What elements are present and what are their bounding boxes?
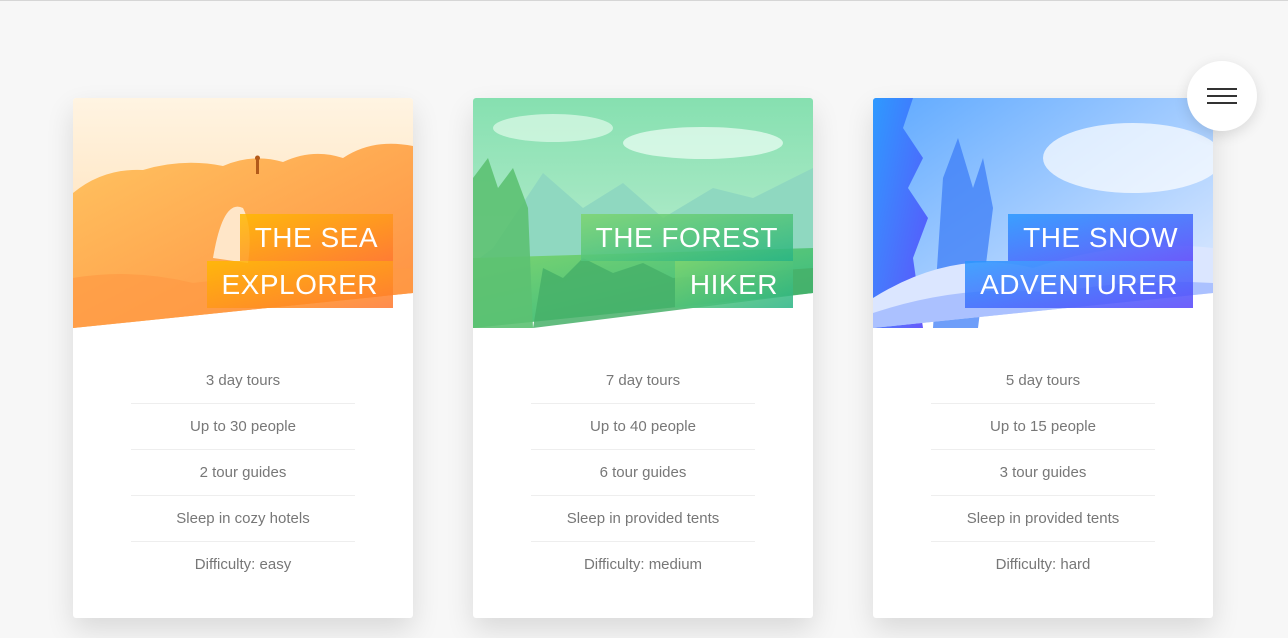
- detail-guides: 6 tour guides: [531, 450, 755, 496]
- card-details-list: 7 day tours Up to 40 people 6 tour guide…: [531, 358, 755, 588]
- detail-difficulty: Difficulty: easy: [194, 556, 292, 573]
- card-heading-line-1: The Sea: [239, 214, 393, 261]
- detail-accommodation: Sleep in provided tents: [531, 496, 755, 542]
- tour-card-sea-explorer[interactable]: The Sea Explorer 3 day tours Up to 30 pe…: [73, 98, 413, 618]
- card-heading-line-2: Explorer: [206, 261, 393, 308]
- hamburger-menu-icon-bar: [1207, 95, 1237, 97]
- card-details-list: 5 day tours Up to 15 people 3 tour guide…: [931, 358, 1155, 588]
- card-heading: The Sea Explorer: [206, 214, 393, 308]
- tour-card-snow-adventurer[interactable]: The Snow Adventurer 5 day tours Up to 15…: [873, 98, 1213, 618]
- navigation-menu-button[interactable]: [1187, 61, 1257, 131]
- detail-guides: 3 tour guides: [931, 450, 1155, 496]
- detail-difficulty: Difficulty: hard: [995, 556, 1091, 573]
- detail-difficulty: Difficulty: medium: [583, 556, 703, 573]
- card-details-list: 3 day tours Up to 30 people 2 tour guide…: [131, 358, 355, 588]
- detail-group-size: Up to 30 people: [131, 404, 355, 450]
- card-heading-line-1: The Snow: [1008, 214, 1193, 261]
- detail-duration: 7 day tours: [531, 358, 755, 404]
- detail-accommodation: Sleep in provided tents: [931, 496, 1155, 542]
- card-heading-line-2: Adventurer: [965, 261, 1193, 308]
- detail-duration: 3 day tours: [131, 358, 355, 404]
- card-heading-line-1: The Forest: [580, 214, 793, 261]
- detail-guides: 2 tour guides: [131, 450, 355, 496]
- card-heading: The Snow Adventurer: [965, 214, 1193, 308]
- tour-card-forest-hiker[interactable]: The Forest Hiker 7 day tours Up to 40 pe…: [473, 98, 813, 618]
- hamburger-menu-icon: [1207, 88, 1237, 90]
- detail-group-size: Up to 40 people: [531, 404, 755, 450]
- detail-accommodation: Sleep in cozy hotels: [131, 496, 355, 542]
- card-heading-line-2: Hiker: [674, 261, 793, 308]
- detail-group-size: Up to 15 people: [931, 404, 1155, 450]
- card-heading: The Forest Hiker: [580, 214, 793, 308]
- detail-duration: 5 day tours: [931, 358, 1155, 404]
- hamburger-menu-icon-bar: [1207, 102, 1237, 104]
